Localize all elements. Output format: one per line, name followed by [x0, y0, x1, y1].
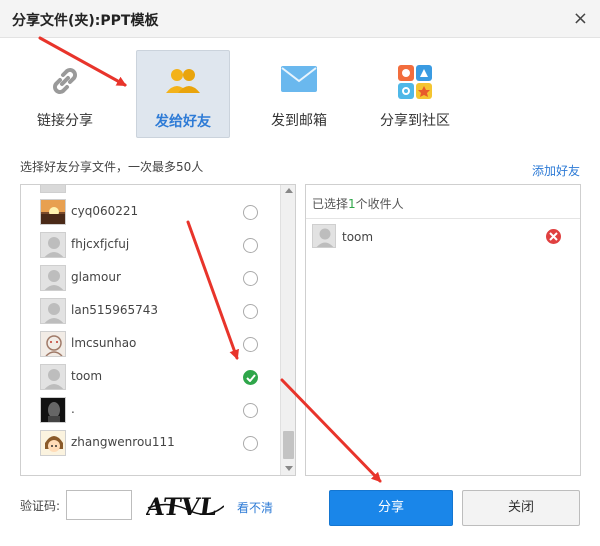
select-radio[interactable]	[243, 205, 258, 220]
add-friend-link[interactable]: 添加好友	[532, 162, 580, 179]
selected-suffix: 个收件人	[355, 197, 404, 211]
avatar	[40, 364, 66, 390]
friend-name: cyq060221	[71, 204, 139, 218]
select-radio[interactable]	[243, 271, 258, 286]
friend-name: toom	[71, 369, 103, 383]
friend-name: fhjcxfjcfuj	[71, 237, 130, 251]
title-bar: 分享文件(夹):PPT模板 ×	[0, 0, 600, 38]
tab-label: 链接分享	[37, 113, 93, 129]
tab-label: 分享到社区	[380, 113, 450, 129]
scroll-up-arrow-icon[interactable]	[285, 188, 293, 193]
selected-header: 已选择1个收件人	[306, 185, 580, 219]
refresh-captcha-link[interactable]: 看不清	[237, 499, 273, 516]
avatar	[40, 331, 66, 357]
recipient-item: toom	[306, 221, 580, 253]
partial-row	[21, 185, 277, 193]
friend-list[interactable]: cyq060221 fhjcxfjcfuj glamour lan5159657…	[20, 184, 296, 476]
avatar	[40, 298, 66, 324]
avatar	[40, 397, 66, 423]
selected-count-text: 已选择1个收件人	[312, 195, 404, 212]
tab-label: 发到邮箱	[271, 113, 327, 129]
list-item[interactable]: fhjcxfjcfuj	[21, 228, 277, 261]
mail-icon	[280, 64, 318, 97]
list-item[interactable]: toom	[21, 360, 277, 393]
list-item[interactable]: lmcsunhao	[21, 327, 277, 360]
avatar	[40, 232, 66, 258]
tab-link-share[interactable]: 链接分享	[18, 50, 112, 138]
tab-share-to-community[interactable]: 分享到社区	[368, 50, 462, 138]
friend-name: zhangwenrou111	[71, 435, 175, 449]
friend-name: glamour	[71, 270, 121, 284]
select-radio[interactable]	[243, 436, 258, 451]
list-item[interactable]: zhangwenrou111	[21, 426, 277, 459]
friend-name: lmcsunhao	[71, 336, 137, 350]
friend-name: lan515965743	[71, 303, 159, 317]
community-icon	[397, 64, 433, 103]
avatar	[40, 430, 66, 456]
avatar	[40, 265, 66, 291]
avatar	[40, 199, 66, 225]
selected-prefix: 已选择	[312, 197, 349, 211]
friends-icon	[164, 65, 202, 100]
captcha-image: ATVL	[146, 492, 224, 520]
checkmark-icon	[246, 374, 256, 382]
close-button[interactable]: 关闭	[462, 490, 580, 526]
friend-name: .	[71, 402, 75, 416]
close-icon[interactable]: ×	[573, 8, 588, 29]
scroll-down-arrow-icon[interactable]	[285, 466, 293, 471]
tab-send-to-email[interactable]: 发到邮箱	[252, 50, 346, 138]
select-radio-checked[interactable]	[243, 370, 258, 385]
link-icon	[48, 64, 82, 101]
select-radio[interactable]	[243, 238, 258, 253]
list-item[interactable]: lan515965743	[21, 294, 277, 327]
list-item[interactable]: .	[21, 393, 277, 426]
select-radio[interactable]	[243, 403, 258, 418]
selected-recipients-panel: 已选择1个收件人 toom	[305, 184, 581, 476]
list-item[interactable]: cyq060221	[21, 195, 277, 228]
verification-code-input[interactable]	[66, 490, 132, 520]
window-title: 分享文件(夹):PPT模板	[12, 13, 159, 29]
tab-label: 发给好友	[155, 114, 211, 130]
select-radio[interactable]	[243, 337, 258, 352]
share-button[interactable]: 分享	[329, 490, 453, 526]
tab-send-to-friends[interactable]: 发给好友	[136, 50, 230, 138]
scrollbar[interactable]	[280, 185, 295, 475]
avatar	[312, 224, 336, 248]
select-radio[interactable]	[243, 304, 258, 319]
remove-recipient-icon[interactable]	[546, 229, 561, 244]
list-item[interactable]: glamour	[21, 261, 277, 294]
selected-count: 1	[348, 197, 356, 211]
select-friends-hint: 选择好友分享文件，一次最多50人	[20, 160, 204, 174]
scroll-thumb[interactable]	[283, 431, 294, 459]
recipient-name: toom	[342, 230, 374, 244]
verification-code-label: 验证码:	[20, 499, 61, 513]
avatar	[40, 185, 66, 193]
